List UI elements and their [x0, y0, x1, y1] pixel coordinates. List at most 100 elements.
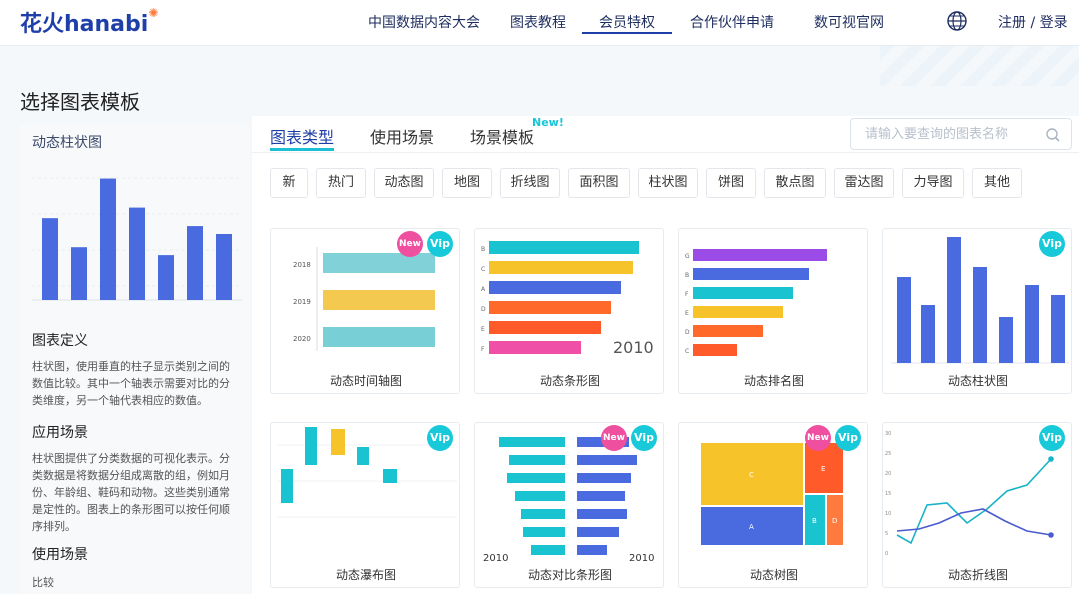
chart-detail-panel: 动态柱状图 图表定义 柱状图，使用垂直的柱子显示类别之间的数值比较。其中一个轴表… [20, 124, 250, 594]
filter-chip-map[interactable]: 地图 [442, 168, 492, 198]
definition-heading: 图表定义 [32, 333, 88, 349]
tab-divider [252, 152, 1079, 153]
template-card-comparison-bar[interactable]: 2010 2010 New Vip 动态对比条形图 [474, 422, 664, 588]
card-label: 动态排名图 [743, 374, 804, 388]
filter-chip-scatter[interactable]: 散点图 [764, 168, 826, 198]
filter-chip-force[interactable]: 力导图 [902, 168, 964, 198]
globe-icon[interactable] [946, 10, 968, 32]
rank-cat-2: B [685, 272, 689, 279]
rank-cat-3: F [685, 291, 689, 298]
application-heading: 应用场景 [32, 425, 88, 441]
filter-chip-dynamic[interactable]: 动态图 [374, 168, 434, 198]
definition-text: 柱状图，使用垂直的柱子显示类别之间的数值比较。其中一个轴表示需要对比的分类维度，… [32, 360, 230, 407]
nav-active-underline [582, 32, 672, 34]
chart-template-browser: 图表类型 使用场景 场景模板 New! 新 热门 动态图 地图 折线图 面积图 … [252, 116, 1079, 594]
line-tick-0: 0 [885, 551, 888, 557]
line-tick-25: 25 [885, 451, 891, 457]
line-tick-15: 15 [885, 491, 891, 497]
comparison-year-right: 2010 [629, 553, 654, 564]
filter-chip-radar[interactable]: 雷达图 [834, 168, 894, 198]
nav-item-official-site[interactable]: 数可视官网 [814, 12, 884, 32]
card-label: 动态瀑布图 [335, 568, 396, 582]
template-card-dynamic-bar[interactable]: Vip 动态柱状图 [882, 228, 1072, 394]
tab-usage-scenario[interactable]: 使用场景 [370, 124, 434, 148]
template-card-line[interactable]: 30 25 20 15 10 5 0 Vip 动态折线图 [882, 422, 1072, 588]
treemap-block-b: B [812, 517, 817, 525]
background-decoration [880, 46, 1079, 86]
rank-cat-4: E [685, 310, 689, 317]
line-tick-5: 5 [885, 531, 888, 537]
filter-chip-area[interactable]: 面积图 [568, 168, 630, 198]
filter-chip-new[interactable]: 新 [270, 168, 308, 198]
treemap-block-d: D [832, 517, 837, 525]
search-icon[interactable] [1045, 127, 1061, 143]
vip-badge-icon: Vip [427, 425, 453, 451]
app-root: 花火hanabi✺ 中国数据内容大会 图表教程 会员特权 合作伙伴申请 数可视官… [0, 0, 1079, 594]
top-navbar: 花火hanabi✺ 中国数据内容大会 图表教程 会员特权 合作伙伴申请 数可视官… [0, 0, 1079, 46]
nav-item-tutorial[interactable]: 图表教程 [510, 12, 566, 32]
detail-preview-chart [32, 177, 242, 301]
race-cat-4: D [481, 306, 486, 313]
nav-item-partner[interactable]: 合作伙伴申请 [690, 12, 774, 32]
rank-cat-6: C [685, 348, 689, 355]
template-card-timeline[interactable]: 2018 2019 2020 New Vip 动态时间轴图 [270, 228, 460, 394]
card-label: 动态折线图 [947, 568, 1008, 582]
page-title: 选择图表模板 [20, 90, 140, 114]
preview-bar [216, 234, 232, 300]
treemap-block-a: A [749, 523, 754, 531]
timeline-year-2020: 2020 [293, 335, 311, 343]
filter-chip-line[interactable]: 折线图 [500, 168, 560, 198]
filter-chip-other[interactable]: 其他 [972, 168, 1022, 198]
nav-item-membership[interactable]: 会员特权 [599, 12, 655, 32]
timeline-year-2018: 2018 [293, 261, 311, 269]
treemap-block-e: E [821, 465, 825, 473]
vip-badge-icon: Vip [1039, 231, 1065, 257]
template-card-ranking[interactable]: G B F E D C 动态排名图 [678, 228, 868, 394]
filter-chip-pie[interactable]: 饼图 [706, 168, 756, 198]
card-label: 动态柱状图 [947, 374, 1008, 388]
vip-badge-icon: Vip [835, 425, 861, 451]
preview-bar [100, 178, 116, 300]
template-card-waterfall[interactable]: Vip 动态瀑布图 [270, 422, 460, 588]
race-cat-3: A [481, 286, 486, 293]
filter-chip-hot[interactable]: 热门 [316, 168, 366, 198]
preview-bar [129, 207, 145, 300]
race-cat-5: E [481, 326, 485, 333]
new-badge-icon: New [601, 425, 627, 451]
ranking-thumbnail: G B F E D C [685, 249, 827, 356]
logo-burst-icon: ✺ [148, 6, 159, 20]
usage-text: 比较 [32, 576, 54, 589]
login-register-link[interactable]: 注册 / 登录 [998, 12, 1068, 32]
nav-item-conference[interactable]: 中国数据内容大会 [368, 12, 480, 32]
race-bar-thumbnail: B C A D E F 2010 [481, 241, 654, 357]
usage-heading: 使用场景 [32, 547, 88, 563]
tab-chart-type[interactable]: 图表类型 [270, 124, 334, 148]
vip-badge-icon: Vip [631, 425, 657, 451]
preview-bar [187, 226, 203, 300]
filter-chip-bar[interactable]: 柱状图 [638, 168, 698, 198]
treemap-block-c: C [749, 471, 754, 479]
preview-bar [71, 247, 87, 300]
rank-cat-5: D [685, 329, 690, 336]
new-badge-icon: New [397, 231, 423, 257]
logo[interactable]: 花火hanabi✺ [20, 6, 158, 38]
vip-badge-icon: Vip [427, 231, 453, 257]
line-tick-30: 30 [885, 431, 891, 437]
card-label: 动态条形图 [539, 374, 600, 388]
line-tick-10: 10 [885, 511, 891, 517]
race-year-label: 2010 [613, 338, 654, 357]
card-label: 动态树图 [749, 568, 798, 582]
race-cat-2: C [481, 266, 485, 273]
application-text: 柱状图提供了分类数据的可视化表示。分类数据是将数据分组成离散的组，例如月份、年龄… [32, 452, 230, 533]
rank-cat-1: G [685, 253, 690, 260]
card-label: 动态对比条形图 [527, 568, 612, 582]
template-card-treemap[interactable]: C E A B D New Vip 动态树图 [678, 422, 868, 588]
chart-search-input[interactable] [865, 125, 1035, 143]
line-tick-20: 20 [885, 471, 891, 477]
chart-search-box [850, 118, 1072, 150]
preview-bar [42, 218, 58, 300]
tab-scene-template[interactable]: 场景模板 [470, 124, 534, 148]
template-card-race-bar[interactable]: B C A D E F 2010 动态条形图 [474, 228, 664, 394]
vip-badge-icon: Vip [1039, 425, 1065, 451]
timeline-year-2019: 2019 [293, 298, 311, 306]
